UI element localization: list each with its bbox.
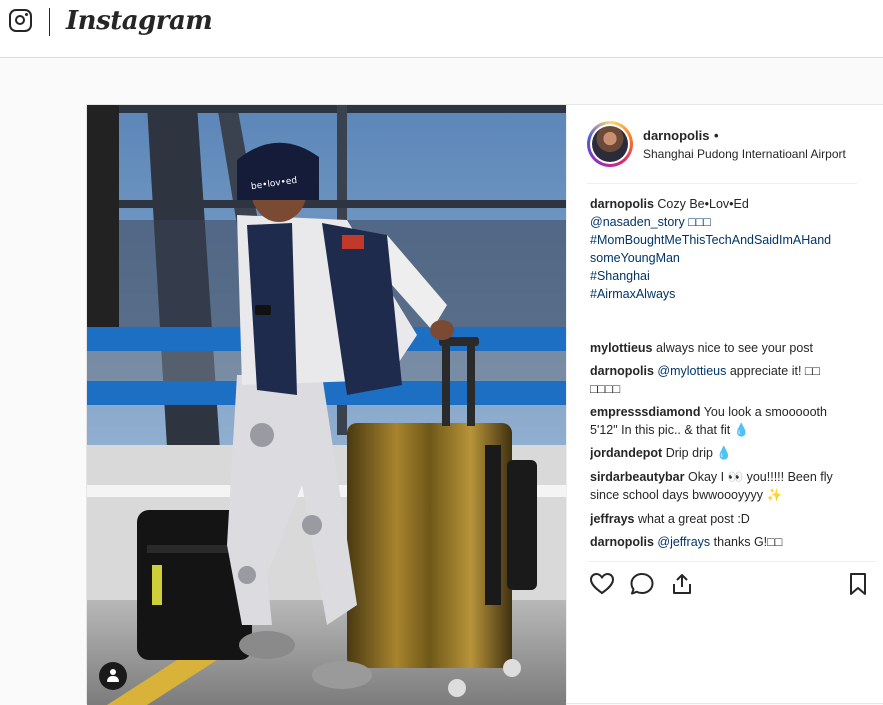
comment-item: darnopolis @mylottieus appreciate it! □□… [590,362,870,398]
comment-item: jeffrays what a great post :D [590,510,870,528]
comment-item: empresssdiamond You look a smoooooth 5'1… [590,403,870,439]
comment-icon[interactable] [629,571,655,597]
caption-hashtag-cont[interactable]: someYoungMan [590,251,680,265]
comment-item: mylottieus always nice to see your post [590,339,870,357]
comment-text-cont: □□□□ [590,382,621,396]
comment-username[interactable]: empresssdiamond [590,405,700,419]
comment-text: Drip drip 💧 [665,446,732,460]
post-header: darnopolis • Shanghai Pudong Internatioa… [567,105,877,183]
actions-divider [587,561,877,562]
caption-hashtag[interactable]: #MomBoughtMeThisTechAndSaidImAHand [590,233,831,247]
caption-hashtag[interactable]: #Shanghai [590,269,650,283]
post-card: be•lov•ed darnopolis • Shanghai Pudong I… [86,104,883,705]
comment-mention[interactable]: @mylottieus [657,364,726,378]
post-username[interactable]: darnopolis [643,128,709,143]
caption-mention[interactable]: @nasaden_story □□□ [590,215,711,229]
heart-icon[interactable] [589,571,615,597]
bookmark-icon[interactable] [845,571,871,597]
comment-username[interactable]: jeffrays [590,512,634,526]
comment-username[interactable]: darnopolis [590,364,654,378]
avatar[interactable] [587,121,633,167]
comments-section: darnopolis Cozy Be•Lov•Ed @nasaden_story… [590,195,870,555]
share-icon[interactable] [669,571,695,597]
comment-item: sirdarbeautybar Okay I 👀 you!!!!! Been f… [590,468,870,504]
comment-text: always nice to see your post [656,341,814,355]
comment-username[interactable]: sirdarbeautybar [590,470,684,484]
instagram-camera-icon[interactable] [9,9,32,32]
user-tag-icon[interactable] [99,662,127,690]
header-divider [587,183,857,184]
top-navigation-bar: Instagram [0,0,883,58]
comment-username[interactable]: jordandepot [590,446,662,460]
caption-hashtag[interactable]: #AirmaxAlways [590,287,675,301]
comment-text: Okay I 👀 you!!!!! Been fly [687,470,833,484]
caption-username[interactable]: darnopolis [590,197,654,211]
comment-mention[interactable]: @jeffrays [657,535,710,549]
post-photo[interactable]: be•lov•ed [87,105,566,705]
caption-line: Cozy Be•Lov•Ed [657,197,749,211]
comment-text-cont: since school days bwwoooyyyy ✨ [590,488,783,502]
follow-dot: • [714,128,719,143]
comment-text: what a great post :D [637,512,750,526]
comment-text: appreciate it! □□ [729,364,820,378]
instagram-wordmark[interactable]: Instagram [66,4,213,38]
nav-divider [49,8,50,36]
photo-illustration: be•lov•ed [87,105,566,705]
caption: darnopolis Cozy Be•Lov•Ed @nasaden_story… [590,195,870,303]
comment-item: darnopolis @jeffrays thanks G!□□ [590,533,870,551]
comment-username[interactable]: darnopolis [590,535,654,549]
comment-text: You look a smoooooth [703,405,827,419]
comment-text-cont: 5'12" In this pic.. & that fit 💧 [590,423,750,437]
comment-text: thanks G!□□ [713,535,783,549]
post-location[interactable]: Shanghai Pudong Internatioanl Airport [643,147,846,161]
comment-username[interactable]: mylottieus [590,341,653,355]
comment-item: jordandepot Drip drip 💧 [590,444,870,462]
post-sidebar: darnopolis • Shanghai Pudong Internatioa… [566,105,883,705]
